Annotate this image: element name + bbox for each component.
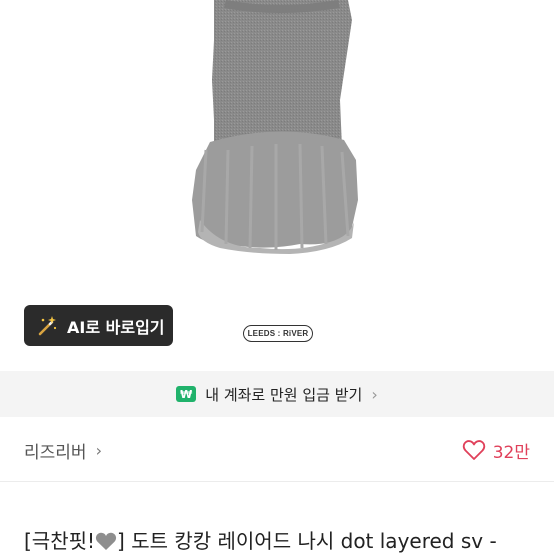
shop-link[interactable]: 리즈리버 › [24, 438, 102, 463]
magic-wand-icon [38, 315, 57, 335]
product-photo[interactable] [0, 0, 554, 300]
product-title: [극찬핏! ] 도트 캉캉 레이어드 나시 dot layered sv - [24, 525, 554, 554]
dress-image [192, 0, 358, 254]
heart-outline-icon [462, 440, 485, 460]
brand-logo-text: LEEDS : RiVER [247, 329, 309, 338]
deposit-banner[interactable]: ₩ 내 계좌로 만원 입금 받기 › [0, 371, 554, 417]
brand-logo: LEEDS : RiVER [243, 325, 313, 342]
divider [0, 481, 554, 482]
ai-button-label: AI로 바로입기 [67, 317, 165, 337]
ai-try-on-button[interactable]: AI로 바로입기 [24, 305, 173, 346]
like-count: 32만 [492, 442, 530, 463]
chevron-right-icon: › [95, 440, 102, 460]
shop-row: 리즈리버 › 32만 [0, 428, 554, 472]
title-rest: ] 도트 캉캉 레이어드 나시 dot layered sv - [117, 529, 497, 553]
grey-heart-icon [95, 532, 117, 550]
shop-name: 리즈리버 [24, 442, 87, 463]
like-button[interactable]: 32만 [462, 438, 530, 463]
title-prefix: [극찬핏! [24, 529, 96, 553]
banner-text: 내 계좌로 만원 입금 받기 [205, 385, 363, 404]
won-badge-icon: ₩ [176, 386, 197, 402]
chevron-right-icon: › [371, 384, 378, 404]
